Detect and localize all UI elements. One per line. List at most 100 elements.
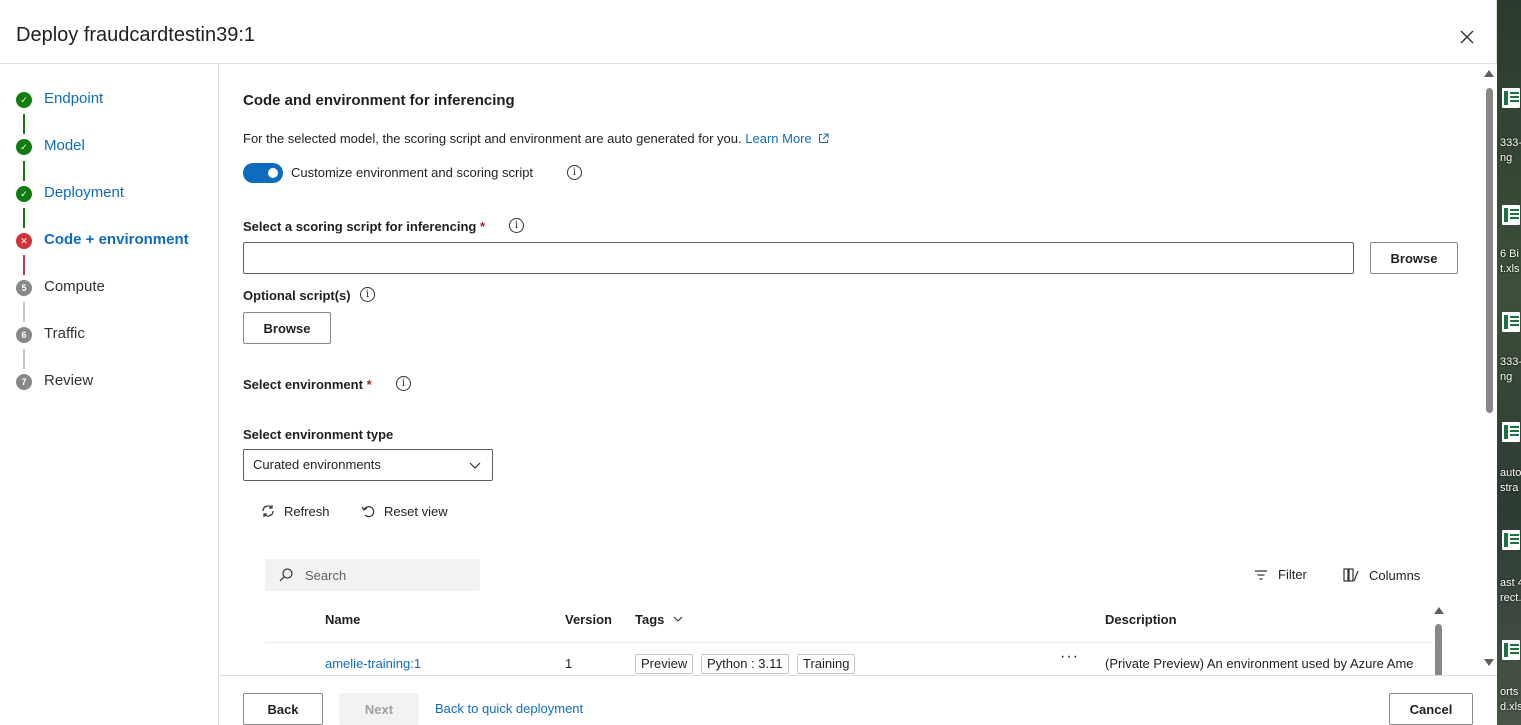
columns-button[interactable]: Columns: [1343, 567, 1420, 583]
scroll-down-icon[interactable]: [1484, 659, 1494, 666]
description-cell: (Private Preview) An environment used by…: [1105, 656, 1414, 671]
browse-optional-button[interactable]: Browse: [243, 312, 331, 344]
search-input[interactable]: Search: [265, 559, 480, 591]
step-number: 5: [16, 280, 32, 296]
chevron-down-icon: [673, 616, 683, 622]
scoring-script-label: Select a scoring script for inferencing …: [243, 219, 485, 234]
customize-toggle[interactable]: [243, 163, 283, 183]
version-cell: 1: [565, 656, 573, 671]
checkmark-icon: ✓: [16, 139, 32, 155]
reset-view-button[interactable]: Reset view: [360, 501, 448, 521]
close-icon[interactable]: [1456, 26, 1478, 48]
more-options-icon[interactable]: ···: [1060, 648, 1079, 666]
info-icon[interactable]: i: [567, 165, 582, 180]
scroll-thumb[interactable]: [1486, 88, 1493, 413]
step-label: Traffic: [44, 325, 85, 342]
toggle-label: Customize environment and scoring script: [291, 165, 534, 180]
checkmark-icon: ✓: [16, 186, 32, 202]
checkmark-icon: ✓: [16, 92, 32, 108]
cancel-button[interactable]: Cancel: [1389, 693, 1473, 725]
back-button[interactable]: Back: [243, 693, 323, 725]
desktop-file-label: 333- ng: [1500, 356, 1521, 383]
external-link-icon: [819, 133, 829, 143]
spreadsheet-icon: [1502, 422, 1520, 442]
info-icon[interactable]: i: [509, 218, 524, 233]
desktop-file-label: 333- ng: [1500, 137, 1521, 164]
scoring-script-input[interactable]: [243, 242, 1354, 274]
step-connector: [23, 255, 25, 275]
header-divider: [265, 642, 1433, 643]
deploy-dialog: Deploy fraudcardtestin39:1 ✓ Endpoint ✓ …: [0, 0, 1497, 725]
description-text: For the selected model, the scoring scri…: [243, 131, 742, 146]
chevron-down-icon: [469, 462, 481, 469]
column-header-description[interactable]: Description: [1105, 612, 1177, 627]
column-header-version[interactable]: Version: [565, 612, 612, 627]
learn-more-link[interactable]: Learn More: [745, 131, 829, 146]
step-label: Deployment: [44, 184, 125, 201]
required-mark: *: [479, 219, 486, 234]
refresh-button[interactable]: Refresh: [260, 501, 330, 521]
back-to-quick-deployment-link[interactable]: Back to quick deployment: [435, 701, 583, 716]
spreadsheet-icon: [1502, 205, 1520, 225]
desktop-background: 333- ng 6 Bi t.xls 333- ng auto stra ast…: [1497, 0, 1521, 725]
grid-scrollbar[interactable]: [1433, 607, 1445, 675]
tag-badge: Python : 3.11: [701, 654, 789, 674]
column-header-name[interactable]: Name: [325, 612, 360, 627]
columns-label: Columns: [1369, 567, 1421, 583]
scroll-up-icon[interactable]: [1434, 607, 1444, 614]
refresh-icon: [262, 505, 274, 517]
info-icon[interactable]: i: [396, 376, 411, 391]
refresh-label: Refresh: [284, 503, 330, 519]
tags-header-label: Tags: [635, 612, 665, 627]
desktop-file-label: 6 Bi t.xls: [1500, 248, 1520, 275]
desktop-file-label: auto stra: [1500, 467, 1521, 494]
error-icon: ✕: [16, 233, 32, 249]
description: For the selected model, the scoring scri…: [243, 131, 829, 146]
step-label: Endpoint: [44, 90, 104, 107]
dialog-header: Deploy fraudcardtestin39:1: [0, 0, 1497, 64]
environment-label: Select environment *: [243, 377, 372, 392]
next-button[interactable]: Next: [339, 693, 419, 725]
toggle-knob: [268, 168, 278, 178]
grid-scroll-thumb[interactable]: [1435, 624, 1442, 675]
step-connector: [23, 302, 25, 322]
dropdown-value: Curated environments: [253, 457, 381, 472]
step-label: Compute: [44, 278, 105, 295]
tag-badge: Preview: [635, 654, 694, 674]
step-number: 6: [16, 327, 32, 343]
spreadsheet-icon: [1502, 530, 1520, 550]
step-connector: [23, 161, 25, 181]
environment-type-label: Select environment type: [243, 427, 394, 442]
filter-button[interactable]: Filter: [1254, 567, 1307, 582]
reset-view-label: Reset view: [384, 503, 448, 519]
environment-type-dropdown[interactable]: Curated environments: [243, 449, 493, 481]
dialog-title: Deploy fraudcardtestin39:1: [16, 24, 256, 46]
wizard-steps: ✓ Endpoint ✓ Model ✓ Deployment ✕ Code +…: [0, 64, 219, 725]
spreadsheet-icon: [1502, 312, 1520, 332]
content-scrollbar[interactable]: [1481, 64, 1497, 675]
section-title: Code and environment for inferencing: [243, 92, 515, 109]
undo-icon: [361, 506, 375, 518]
browse-scoring-button[interactable]: Browse: [1370, 242, 1458, 274]
step-label: Model: [44, 137, 85, 154]
step-connector: [23, 114, 25, 134]
info-icon[interactable]: i: [360, 287, 375, 302]
filter-label: Filter: [1278, 567, 1307, 582]
environment-label-text: Select environment: [243, 377, 363, 392]
scroll-up-icon[interactable]: [1484, 70, 1494, 77]
desktop-file-label: ast 4 rect.: [1500, 577, 1521, 604]
column-header-tags[interactable]: Tags: [635, 612, 684, 627]
environment-name-link[interactable]: amelie-training:1: [325, 656, 421, 671]
tag-badge: Training: [797, 654, 856, 674]
columns-icon: [1343, 568, 1359, 582]
scoring-label-text: Select a scoring script for inferencing: [243, 219, 477, 234]
spreadsheet-icon: [1502, 88, 1520, 108]
dialog-footer: Back Next Back to quick deployment Cance…: [219, 675, 1497, 725]
step-connector: [23, 349, 25, 369]
spreadsheet-icon: [1502, 640, 1520, 660]
step-label: Code + environment: [44, 231, 189, 248]
learn-more-label: Learn More: [745, 131, 812, 146]
step-label: Review: [44, 372, 94, 389]
search-icon: [279, 568, 293, 582]
search-placeholder: Search: [305, 568, 347, 583]
